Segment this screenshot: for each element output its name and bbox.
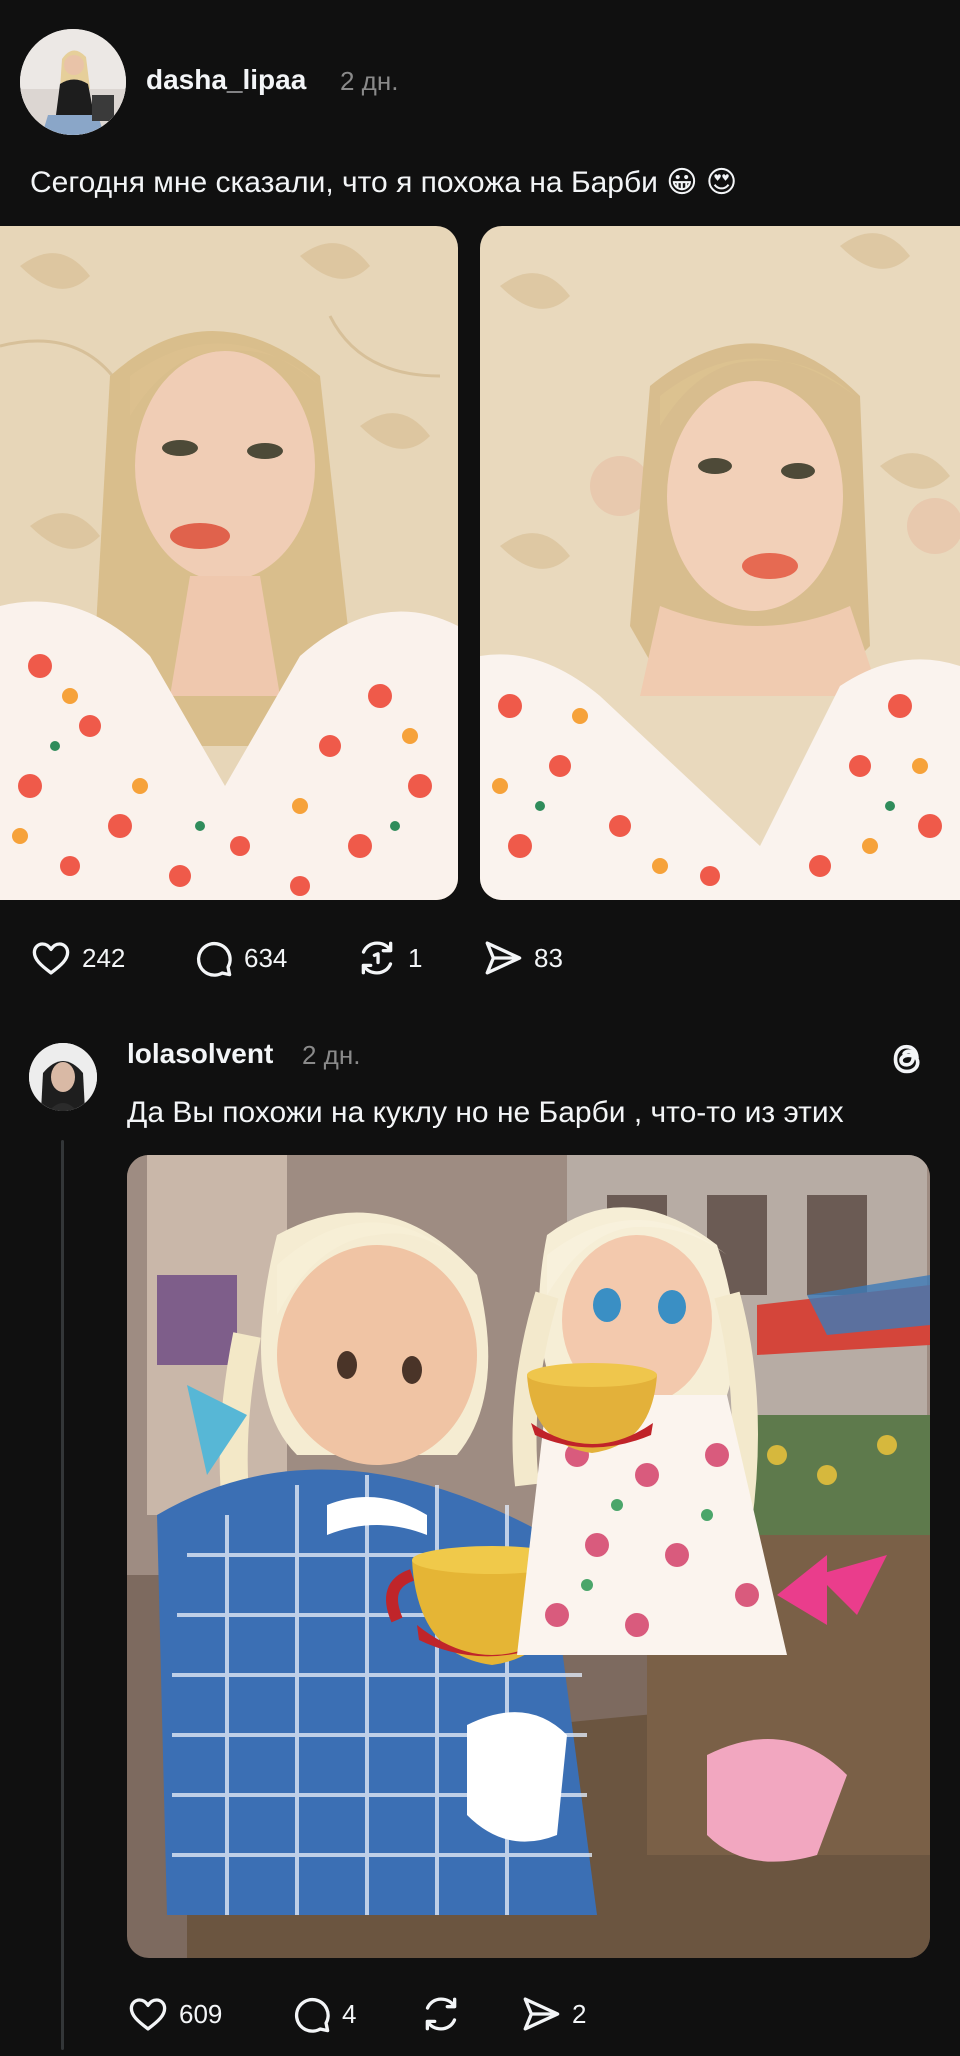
like-count: 609 bbox=[179, 1998, 223, 2029]
username[interactable]: lolasolvent bbox=[127, 1038, 273, 1070]
share-icon bbox=[523, 1997, 560, 2031]
post-time: 2 дн. bbox=[340, 66, 399, 96]
share-button[interactable]: 2 bbox=[520, 1984, 586, 2044]
like-button[interactable]: 609 bbox=[127, 1984, 222, 2044]
comment-bubble-icon bbox=[196, 941, 232, 977]
post-time: 2 дн. bbox=[302, 1040, 361, 1070]
share-count: 83 bbox=[534, 942, 563, 973]
avatar-lolasolvent[interactable] bbox=[29, 1043, 97, 1111]
heart-icon bbox=[129, 1998, 167, 2031]
comment-bubble-icon bbox=[294, 1997, 330, 2033]
threads-logo-icon bbox=[893, 1044, 920, 1074]
selfie-photo-1[interactable] bbox=[0, 226, 458, 900]
post-dasha-lipaa: dasha_lipaa 2 дн. Сегодня мне сказали, ч… bbox=[0, 0, 960, 1000]
repost-button[interactable]: 1 bbox=[356, 928, 422, 988]
dolls-photo[interactable] bbox=[127, 1155, 930, 1958]
share-count: 2 bbox=[572, 1998, 587, 2029]
share-icon bbox=[485, 941, 522, 975]
thread-line bbox=[61, 1140, 64, 2050]
comment-count: 4 bbox=[342, 1998, 357, 2029]
repost-icon bbox=[425, 1997, 457, 2031]
repost-button[interactable] bbox=[420, 1984, 472, 2044]
selfie-photo-2[interactable] bbox=[480, 226, 960, 900]
post-actions: 609 4 2 bbox=[0, 1984, 960, 2044]
repost-count: 1 bbox=[408, 942, 423, 973]
comment-count: 634 bbox=[244, 942, 288, 973]
heart-icon bbox=[32, 942, 70, 975]
post-actions: 242 634 1 83 bbox=[0, 928, 960, 988]
avatar-dasha-lipaa[interactable] bbox=[20, 29, 126, 135]
username[interactable]: dasha_lipaa bbox=[146, 64, 306, 96]
repost-icon bbox=[361, 941, 393, 975]
comment-button[interactable]: 634 bbox=[192, 928, 287, 988]
post-text: Да Вы похожи на куклу но не Барби , что-… bbox=[127, 1096, 844, 1129]
post-lolasolvent: lolasolvent 2 дн. Да Вы похожи на куклу … bbox=[0, 1000, 960, 2056]
comment-button[interactable]: 4 bbox=[290, 1984, 356, 2044]
like-count: 242 bbox=[82, 942, 126, 973]
share-button[interactable]: 83 bbox=[482, 928, 563, 988]
like-button[interactable]: 242 bbox=[30, 928, 125, 988]
post-text: Сегодня мне сказали, что я похожа на Бар… bbox=[30, 166, 738, 199]
